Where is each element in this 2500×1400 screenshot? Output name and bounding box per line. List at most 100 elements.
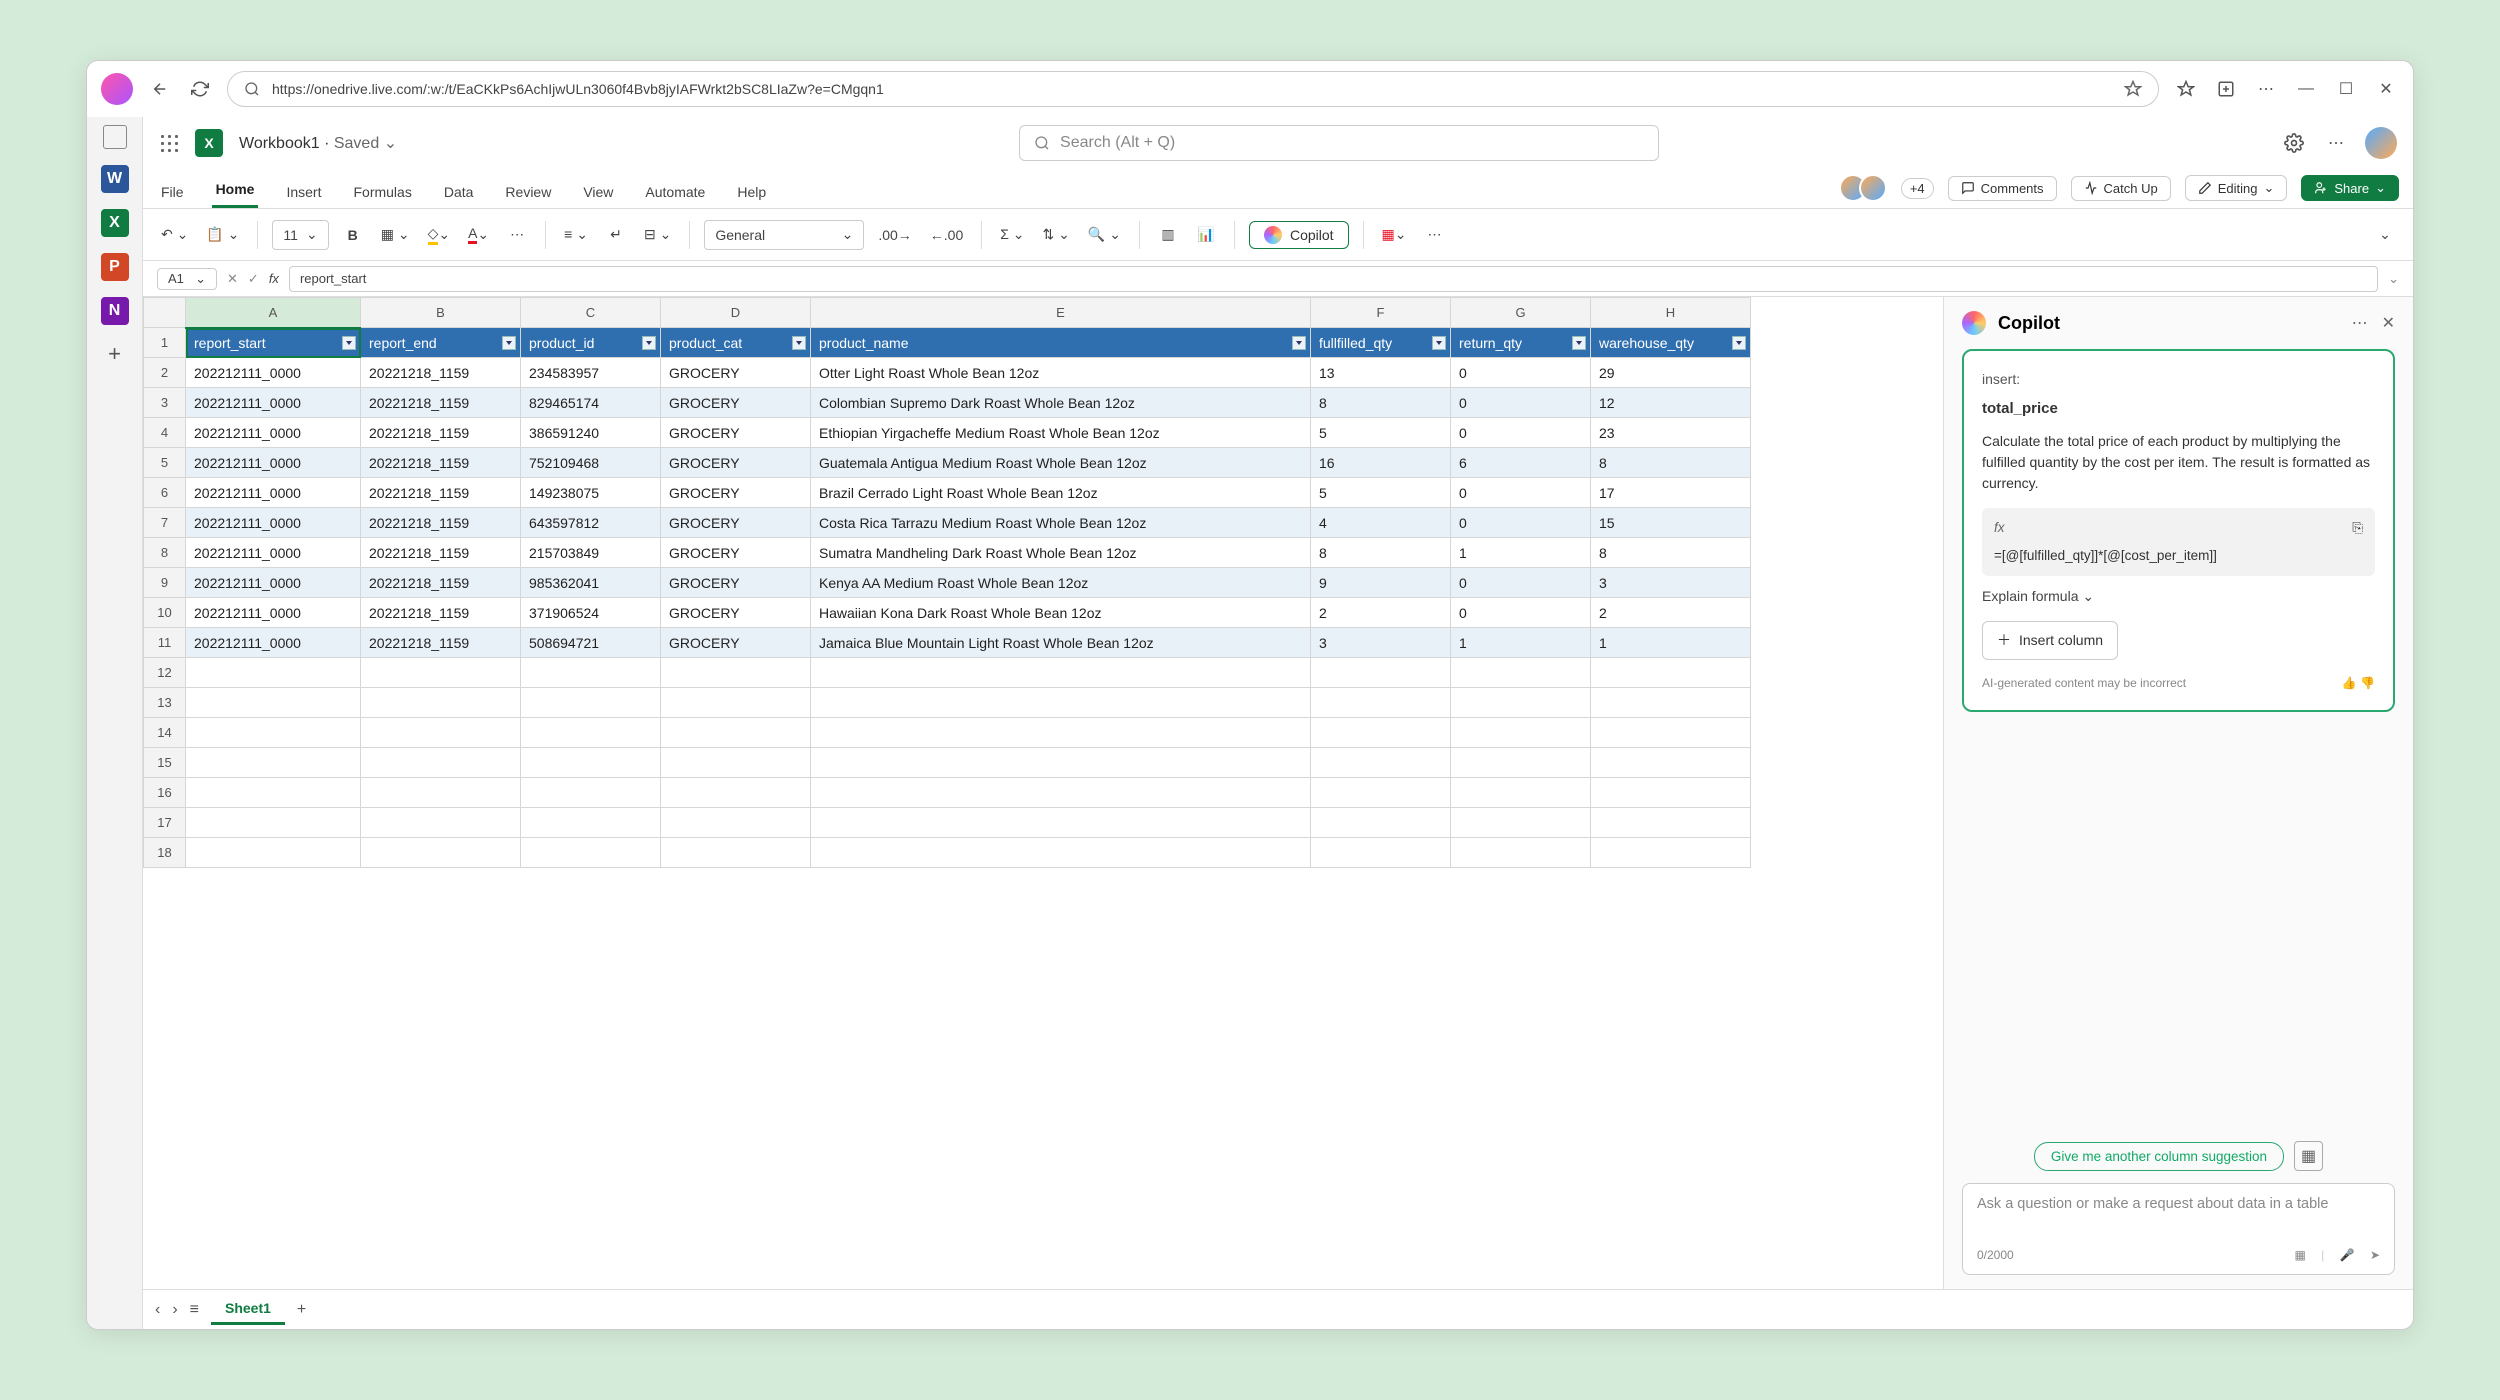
cell[interactable]: GROCERY — [661, 448, 811, 478]
cell[interactable]: 20221218_1159 — [361, 448, 521, 478]
cell[interactable]: 643597812 — [521, 508, 661, 538]
cell[interactable] — [186, 688, 361, 718]
cell[interactable]: 4 — [1311, 508, 1451, 538]
cell[interactable] — [1311, 748, 1451, 778]
cell[interactable] — [361, 778, 521, 808]
column-header-D[interactable]: D — [661, 298, 811, 328]
cell[interactable]: 8 — [1311, 388, 1451, 418]
filter-button[interactable] — [1572, 336, 1586, 350]
sheet-tab[interactable]: Sheet1 — [211, 1294, 285, 1325]
prev-sheet-button[interactable]: ‹ — [155, 1301, 160, 1319]
cell[interactable]: 20221218_1159 — [361, 568, 521, 598]
cell[interactable]: 8 — [1591, 448, 1751, 478]
cell[interactable]: Sumatra Mandheling Dark Roast Whole Bean… — [811, 538, 1311, 568]
cell[interactable] — [186, 838, 361, 868]
cell[interactable]: Brazil Cerrado Light Roast Whole Bean 12… — [811, 478, 1311, 508]
add-sheet-button[interactable]: + — [297, 1301, 306, 1319]
powerpoint-app-icon[interactable]: P — [101, 253, 129, 281]
cell[interactable]: 20221218_1159 — [361, 508, 521, 538]
send-button[interactable]: ➤ — [2370, 1248, 2380, 1262]
cell[interactable]: GROCERY — [661, 628, 811, 658]
catchup-button[interactable]: Catch Up — [2071, 176, 2171, 201]
cell[interactable] — [661, 718, 811, 748]
cell[interactable]: 3 — [1591, 568, 1751, 598]
cell[interactable]: Jamaica Blue Mountain Light Roast Whole … — [811, 628, 1311, 658]
column-header-B[interactable]: B — [361, 298, 521, 328]
filter-button[interactable] — [1292, 336, 1306, 350]
spreadsheet-grid[interactable]: ABCDEFGH1report_startreport_endproduct_i… — [143, 297, 1943, 1289]
cell[interactable]: Kenya AA Medium Roast Whole Bean 12oz — [811, 568, 1311, 598]
cell[interactable] — [521, 838, 661, 868]
wrap-text-button[interactable]: ↵ — [602, 219, 630, 251]
font-color-button[interactable]: A ⌄ — [464, 219, 493, 251]
cell[interactable]: 0 — [1451, 568, 1591, 598]
align-button[interactable]: ≡ ⌄ — [560, 219, 592, 251]
cell[interactable] — [661, 688, 811, 718]
cell[interactable]: 1 — [1451, 538, 1591, 568]
cell[interactable] — [1451, 778, 1591, 808]
cell[interactable]: 20221218_1159 — [361, 598, 521, 628]
cell[interactable]: 5 — [1311, 478, 1451, 508]
row-number[interactable]: 18 — [144, 838, 186, 868]
cell[interactable] — [1311, 838, 1451, 868]
cell[interactable] — [811, 748, 1311, 778]
cell[interactable] — [361, 688, 521, 718]
cell[interactable]: 17 — [1591, 478, 1751, 508]
cell[interactable]: 202212111_0000 — [186, 508, 361, 538]
cell[interactable] — [661, 658, 811, 688]
ribbon-tab-insert[interactable]: Insert — [282, 176, 325, 208]
ribbon-tab-home[interactable]: Home — [212, 173, 259, 208]
collab-count[interactable]: +4 — [1901, 178, 1934, 199]
add-app-button[interactable]: + — [108, 341, 121, 367]
cell[interactable]: 202212111_0000 — [186, 478, 361, 508]
cell[interactable] — [1591, 748, 1751, 778]
cell[interactable] — [811, 658, 1311, 688]
cell[interactable]: 215703849 — [521, 538, 661, 568]
fill-color-button[interactable]: ◇ ⌄ — [424, 219, 455, 251]
suggestion-grid-icon[interactable]: ▦ — [2294, 1141, 2323, 1171]
filter-button[interactable] — [342, 336, 356, 350]
cell[interactable]: 0 — [1451, 358, 1591, 388]
cell[interactable]: 985362041 — [521, 568, 661, 598]
cell[interactable] — [521, 658, 661, 688]
cell[interactable]: Otter Light Roast Whole Bean 12oz — [811, 358, 1311, 388]
comments-button[interactable]: Comments — [1948, 176, 2057, 201]
cell[interactable]: 5 — [1311, 418, 1451, 448]
row-number[interactable]: 7 — [144, 508, 186, 538]
all-sheets-button[interactable]: ≡ — [190, 1301, 199, 1319]
row-number[interactable]: 12 — [144, 658, 186, 688]
more-font-button[interactable]: ⋯ — [503, 219, 531, 251]
tab-sidebar-icon[interactable] — [103, 125, 127, 149]
column-header-H[interactable]: H — [1591, 298, 1751, 328]
cell[interactable]: 23 — [1591, 418, 1751, 448]
table-header-report_end[interactable]: report_end — [361, 328, 521, 358]
analyze-button[interactable]: 📊 — [1192, 219, 1220, 251]
cell[interactable]: 20221218_1159 — [361, 418, 521, 448]
table-header-product_name[interactable]: product_name — [811, 328, 1311, 358]
cell[interactable] — [186, 748, 361, 778]
cell[interactable]: 202212111_0000 — [186, 418, 361, 448]
cell[interactable]: 202212111_0000 — [186, 388, 361, 418]
search-input[interactable]: Search (Alt + Q) — [1019, 125, 1659, 161]
cell[interactable]: 20221218_1159 — [361, 358, 521, 388]
ribbon-tab-view[interactable]: View — [579, 176, 617, 208]
cell[interactable] — [1451, 838, 1591, 868]
cell[interactable] — [1591, 838, 1751, 868]
cell[interactable]: Guatemala Antigua Medium Roast Whole Bea… — [811, 448, 1311, 478]
collaborators[interactable] — [1847, 174, 1887, 202]
cell[interactable]: 149238075 — [521, 478, 661, 508]
column-header-F[interactable]: F — [1311, 298, 1451, 328]
cell[interactable] — [1311, 778, 1451, 808]
user-avatar[interactable] — [2365, 127, 2397, 159]
row-number[interactable]: 8 — [144, 538, 186, 568]
cell[interactable]: 202212111_0000 — [186, 538, 361, 568]
thumbs-down-button[interactable]: 👎 — [2360, 676, 2375, 690]
cell[interactable]: 20221218_1159 — [361, 388, 521, 418]
cell[interactable]: 202212111_0000 — [186, 628, 361, 658]
cell[interactable]: GROCERY — [661, 388, 811, 418]
fx-icon[interactable]: fx — [269, 271, 279, 286]
ribbon-tab-automate[interactable]: Automate — [641, 176, 709, 208]
cell[interactable] — [661, 778, 811, 808]
copilot-more-button[interactable]: ⋯ — [2352, 313, 2368, 333]
row-number[interactable]: 5 — [144, 448, 186, 478]
